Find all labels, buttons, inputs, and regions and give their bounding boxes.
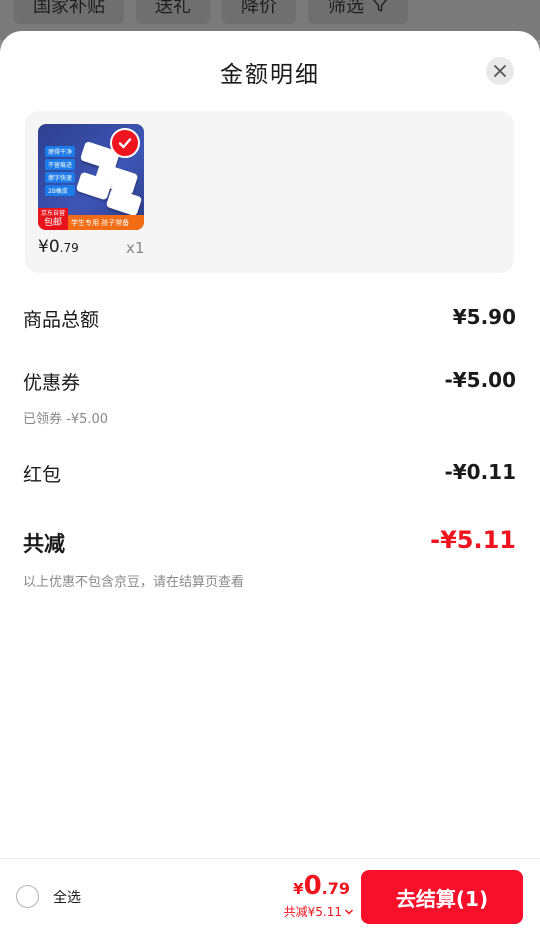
- amount-detail-sheet: 金额明细 擦得干净 不留痕迹 擦字快速 2B橡皮 学生专用 孩子常备 京东自营 …: [0, 31, 540, 936]
- close-button[interactable]: [486, 57, 514, 85]
- footer-discount-text: 共减¥5.11: [283, 905, 342, 919]
- filter-chip-national-subsidy[interactable]: 国家补贴: [14, 0, 124, 24]
- product-price-int: 0: [48, 237, 60, 257]
- filter-chip-filter[interactable]: 筛选: [308, 0, 408, 24]
- goods-total-label: 商品总额: [23, 309, 100, 331]
- footer-total-price: ¥0.79: [293, 871, 350, 901]
- product-quantity: x1: [126, 239, 145, 257]
- product-image-tag: 不留痕迹: [45, 159, 75, 170]
- total-discount-label: 共减: [23, 532, 65, 556]
- product-image-tag: 擦字快速: [45, 172, 75, 183]
- filter-chip-label: 降价: [241, 0, 277, 17]
- redpacket-label: 红包: [23, 464, 62, 486]
- footer-price-int: 0: [303, 871, 322, 901]
- filter-icon: [372, 0, 388, 12]
- filter-chip-price-drop[interactable]: 降价: [222, 0, 296, 24]
- discount-disclaimer: 以上优惠不包含京豆，请在结算页查看: [23, 575, 245, 590]
- coupon-label: 优惠券: [23, 372, 81, 394]
- filter-chip-label: 筛选: [328, 0, 364, 17]
- eraser-illustration: [105, 187, 143, 217]
- product-price: ¥0.79: [38, 237, 79, 257]
- product-image-tags: 擦得干净 不留痕迹 擦字快速 2B橡皮: [45, 146, 75, 196]
- product-price-dec: .79: [59, 241, 79, 255]
- product-image-badge: 京东自营 包邮: [38, 208, 68, 230]
- coupon-note: 已领券 -¥5.00: [23, 412, 109, 427]
- goods-total-value: ¥5.90: [452, 305, 516, 329]
- product-image-tag: 2B橡皮: [45, 185, 75, 196]
- selected-check-icon: [110, 128, 140, 158]
- filter-chip-gift[interactable]: 送礼: [136, 0, 210, 24]
- footer-price-dec: .79: [321, 879, 350, 898]
- sheet-title: 金额明细: [220, 62, 320, 88]
- footer-discount-toggle[interactable]: 共减¥5.11: [284, 903, 354, 920]
- product-card: 擦得干净 不留痕迹 擦字快速 2B橡皮 学生专用 孩子常备 京东自营 包邮 ¥0…: [25, 111, 514, 273]
- filter-chip-label: 国家补贴: [33, 0, 105, 17]
- product-price-yen: ¥: [38, 237, 49, 257]
- product-image-badge-bottom: 包邮: [43, 218, 62, 228]
- footer-price-yen: ¥: [293, 880, 304, 898]
- product-image[interactable]: 擦得干净 不留痕迹 擦字快速 2B橡皮 学生专用 孩子常备 京东自营 包邮: [38, 124, 144, 230]
- redpacket-value: -¥0.11: [444, 460, 516, 484]
- coupon-value: -¥5.00: [444, 368, 516, 392]
- filter-chip-label: 送礼: [155, 0, 191, 17]
- product-image-tag: 擦得干净: [45, 146, 75, 157]
- product-image-badge-top: 京东自营: [40, 210, 65, 217]
- chevron-down-icon: [344, 908, 354, 915]
- close-icon: [494, 65, 506, 77]
- select-all-checkbox[interactable]: [16, 885, 39, 908]
- select-all-label[interactable]: 全选: [53, 887, 81, 907]
- checkout-button[interactable]: 去结算(1): [361, 870, 523, 924]
- total-discount-value: -¥5.11: [430, 526, 516, 554]
- checkout-footer: 全选 ¥0.79 共减¥5.11 去结算(1): [0, 858, 540, 936]
